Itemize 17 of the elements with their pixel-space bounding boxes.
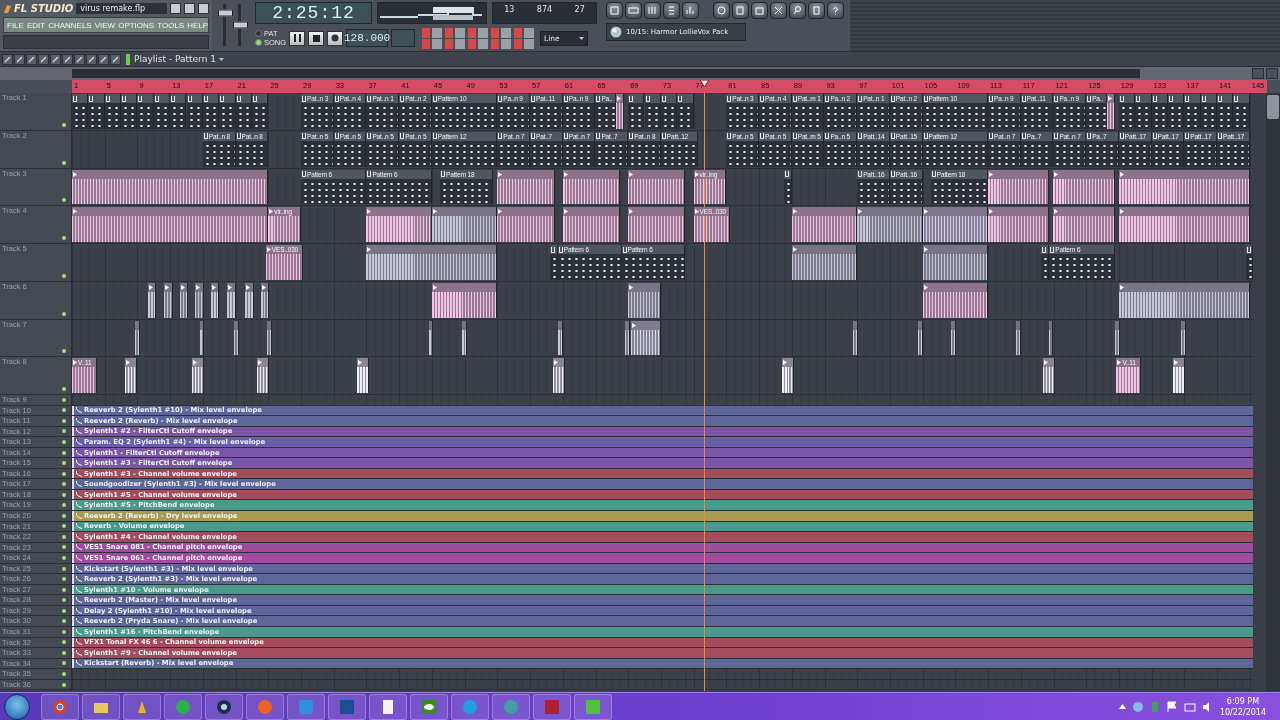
cpu-value: 874 — [536, 5, 553, 14]
menu-item[interactable]: TOOLS — [157, 20, 185, 30]
menu-item[interactable]: VIEW — [94, 20, 116, 30]
app-logo: FL STUDIO — [3, 3, 74, 14]
file-name: virus remake.flp — [76, 3, 167, 14]
menu-item[interactable]: HELP — [187, 20, 209, 30]
menu-item[interactable]: OPTIONS — [118, 20, 155, 30]
clock-date[interactable]: 10/22/2014 — [1219, 707, 1266, 717]
menu-item[interactable]: EDIT — [26, 20, 46, 30]
menu-item[interactable]: CHANNELS — [48, 20, 92, 30]
time-display: 2:25:12 — [255, 2, 372, 24]
cpu-value: 27 — [574, 5, 585, 14]
menu-item[interactable]: FILE — [7, 20, 24, 30]
tempo-display[interactable]: 128.000 — [346, 29, 389, 47]
window-title[interactable]: Playlist - Pattern 1 — [134, 54, 216, 64]
clock-time[interactable]: 6:09 PM — [1226, 696, 1260, 706]
cpu-value: 13 — [504, 5, 515, 14]
